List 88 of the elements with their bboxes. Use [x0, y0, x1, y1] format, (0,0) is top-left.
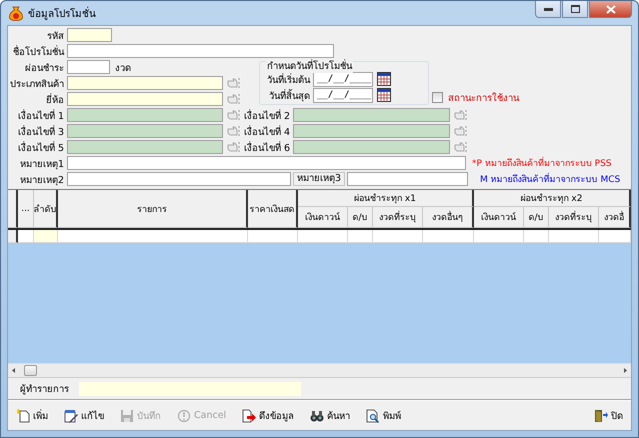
- unit-label: งวด: [115, 62, 131, 74]
- input-field[interactable]: [67, 92, 223, 106]
- column-header: ...: [18, 190, 34, 228]
- hand-pointer-icon[interactable]: [227, 77, 241, 89]
- hand-pointer-icon[interactable]: [454, 141, 468, 153]
- hand-pointer-icon[interactable]: [227, 141, 241, 153]
- toolbar-button[interactable]: พิมพ์: [364, 406, 404, 425]
- minimize-icon: [544, 8, 552, 10]
- money-bag-icon: [9, 6, 23, 20]
- column-header: ด/บ: [348, 207, 373, 228]
- field-label: เงื่อนไขที่ 4: [244, 124, 292, 138]
- column-header: รายการ: [58, 190, 248, 228]
- field-label: ผู้ทำรายการ: [20, 383, 69, 396]
- input-field[interactable]: [293, 124, 450, 138]
- column-header: ด/บ: [524, 207, 549, 228]
- input-field[interactable]: [67, 60, 110, 74]
- hand-pointer-icon[interactable]: [227, 125, 241, 137]
- legend-text: M หมายถึงสินค้าที่มาจากระบบ MCS: [480, 172, 620, 186]
- input-field[interactable]: [67, 44, 334, 58]
- binoculars-icon: [310, 408, 324, 422]
- checkbox[interactable]: [432, 92, 443, 103]
- close-icon: [606, 4, 616, 14]
- toolbar-button[interactable]: เพิ่ม: [14, 406, 50, 425]
- field-label: ชื่อโปรโมชั่น: [12, 44, 66, 58]
- toolbar-button[interactable]: ดึงข้อมูล: [240, 406, 296, 425]
- column-header: ผ่อนชำระทุก x1: [298, 190, 474, 207]
- group-title: กำหนดวันที่โปรโมชั่น: [266, 58, 353, 73]
- column-header: งวดอื่: [599, 207, 631, 228]
- toolbar-button[interactable]: ปิด: [592, 406, 625, 425]
- edit-document-icon: [64, 408, 78, 422]
- maximize-button[interactable]: [562, 1, 588, 18]
- field-label: หมายเหตุ3: [293, 172, 345, 186]
- field-label: ประเภทสินค้า: [9, 78, 65, 90]
- horizontal-scrollbar[interactable]: [8, 363, 631, 377]
- input-field[interactable]: [67, 108, 223, 122]
- column-header: เงินดาวน์: [298, 207, 348, 228]
- field-label: เงื่อนไขที่ 2: [244, 108, 292, 122]
- column-header: งวดอื่นๆ: [423, 207, 474, 228]
- new-document-icon: [16, 408, 30, 422]
- table-row[interactable]: [8, 230, 631, 243]
- field-label: เงื่อนไขที่ 6: [244, 140, 292, 154]
- field-label: ยี่ห้อ: [45, 92, 65, 106]
- hand-pointer-icon[interactable]: [227, 109, 241, 121]
- input-field[interactable]: [293, 108, 450, 122]
- hand-pointer-icon[interactable]: [227, 93, 241, 105]
- input-field[interactable]: [293, 140, 450, 154]
- input-field[interactable]: [67, 172, 291, 186]
- hand-pointer-icon[interactable]: [454, 109, 468, 121]
- input-field[interactable]: [67, 76, 223, 90]
- document-arrow-icon: [242, 408, 256, 422]
- toolbar-button[interactable]: ค้นหา: [308, 406, 352, 425]
- field-label: เงื่อนไขที่ 1: [16, 108, 65, 122]
- close-button[interactable]: [589, 1, 632, 18]
- calendar-icon[interactable]: [377, 72, 391, 86]
- column-header: เงินดาวน์: [474, 207, 524, 228]
- column-header: ราคาเงินสด: [248, 190, 298, 228]
- field-label: ผ่อนชำระ: [24, 62, 65, 74]
- hand-pointer-icon[interactable]: [454, 125, 468, 137]
- minimize-button[interactable]: [535, 1, 561, 18]
- input-field[interactable]: [67, 124, 223, 138]
- field-label: วันที่เริ่มต้น: [266, 72, 312, 86]
- date-field[interactable]: __/__/____: [313, 72, 373, 86]
- column-header: งวดที่ระบุ: [549, 207, 599, 228]
- legend-text: *P หมายถึงสินค้าที่มาจากระบบ PSS: [472, 156, 612, 170]
- magnifier-document-icon: [366, 408, 380, 422]
- column-header: ผ่อนชำระทุก x2: [474, 190, 631, 207]
- corner-header: [8, 190, 18, 228]
- input-field[interactable]: [347, 172, 468, 186]
- field-label: รหัส: [46, 30, 65, 42]
- checkbox-label: สถานะการใช้งาน: [448, 92, 519, 105]
- column-header: งวดที่ระบุ: [373, 207, 423, 228]
- input-field[interactable]: [67, 156, 466, 170]
- toolbar-button[interactable]: แก้ไข: [62, 406, 106, 425]
- exclamation-circle-icon: [177, 408, 191, 422]
- calendar-icon[interactable]: [377, 88, 391, 102]
- field-label: หมายเหตุ2: [18, 174, 65, 186]
- column-header: ลำดับ: [34, 190, 58, 228]
- field-label: เงื่อนไขที่ 3: [16, 124, 65, 138]
- scroll-thumb[interactable]: [24, 365, 37, 376]
- field-label: เงื่อนไขที่ 5: [16, 140, 65, 154]
- input-field[interactable]: [67, 28, 112, 42]
- input-field[interactable]: [67, 140, 223, 154]
- field-label: หมายเหตุ1: [18, 158, 65, 170]
- window-title: ข้อมูลโปรโมชั่น: [28, 6, 96, 20]
- door-icon: [594, 408, 608, 422]
- date-field[interactable]: __/__/____: [313, 88, 373, 102]
- field-label: วันที่สิ้นสุด: [268, 88, 311, 102]
- maximize-icon: [570, 5, 580, 13]
